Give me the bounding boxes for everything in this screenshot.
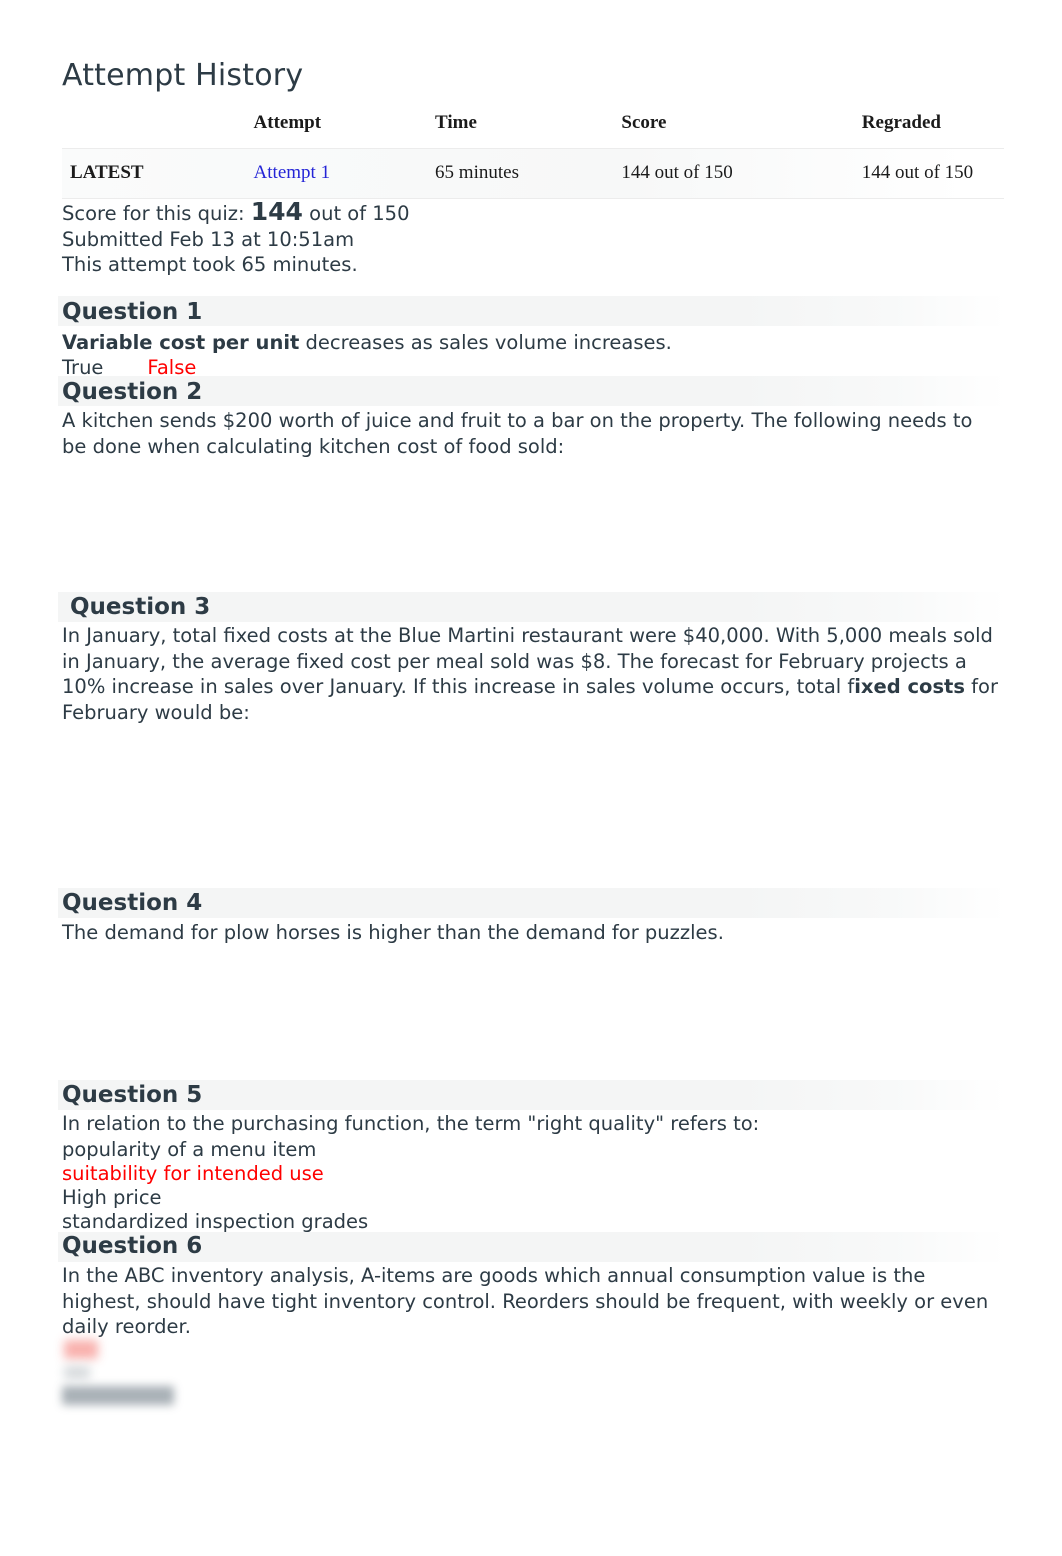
question-4-heading: Question 4 bbox=[62, 890, 203, 916]
question-4-text: The demand for plow horses is higher tha… bbox=[62, 921, 724, 944]
question-6-text: In the ABC inventory analysis, A-items a… bbox=[62, 1264, 989, 1338]
attempt-cell: Attempt 1 bbox=[253, 148, 436, 199]
question-3-text-bold: ixed costs bbox=[854, 675, 965, 698]
obscured-option-text bbox=[64, 1366, 90, 1379]
score-value: 144 bbox=[250, 197, 303, 226]
submitted-line: Submitted Feb 13 at 10:51am bbox=[62, 227, 355, 251]
question-1-heading: Question 1 bbox=[62, 299, 203, 325]
question-5-option-1[interactable]: popularity of a menu item bbox=[62, 1137, 316, 1163]
question-5-text: In relation to the purchasing function, … bbox=[62, 1112, 760, 1135]
question-1-text-rest: decreases as sales volume increases. bbox=[299, 331, 672, 354]
question-2-text: A kitchen sends $200 worth of juice and … bbox=[62, 409, 973, 458]
question-1-text-bold: Variable cost per unit bbox=[62, 331, 300, 354]
score-prefix: Score for this quiz: bbox=[62, 202, 251, 225]
question-5-option-3[interactable]: High price bbox=[62, 1185, 162, 1211]
score-suffix: out of 150 bbox=[302, 202, 410, 225]
attempt-time-cell: 65 minutes bbox=[435, 148, 622, 199]
obscured-question-band bbox=[58, 1380, 1006, 1410]
duration-line: This attempt took 65 minutes. bbox=[62, 253, 358, 276]
column-header-score: Score bbox=[621, 112, 667, 133]
latest-badge: LATEST bbox=[62, 148, 254, 199]
attempt-score-cell: 144 out of 150 bbox=[621, 148, 862, 199]
column-header-attempt: Attempt bbox=[253, 112, 322, 133]
question-5-option-4[interactable]: standardized inspection grades bbox=[62, 1209, 368, 1235]
obscured-red-answer bbox=[64, 1340, 98, 1359]
table-row: LATEST Attempt 1 65 minutes 144 out of 1… bbox=[62, 148, 1004, 199]
table-header-row: Attempt Time Score Regraded bbox=[62, 108, 1004, 149]
question-5-heading: Question 5 bbox=[62, 1082, 203, 1108]
attempt-regraded-cell: 144 out of 150 bbox=[861, 148, 1004, 199]
attempt-1-link[interactable]: Attempt 1 bbox=[254, 162, 331, 183]
question-3-heading: Question 3 bbox=[62, 594, 211, 620]
obscured-question-heading bbox=[62, 1386, 174, 1405]
quiz-results-page: Attempt History Attempt Time Score Regra… bbox=[0, 0, 1062, 1556]
score-summary: Score for this quiz: 144 out of 150 Subm… bbox=[62, 199, 410, 278]
question-5-option-2[interactable]: suitability for intended use bbox=[62, 1161, 324, 1187]
attempt-history-table: Attempt Time Score Regraded LATEST Attem… bbox=[62, 108, 1004, 199]
question-1-text: Variable cost per unit decreases as sale… bbox=[62, 330, 1002, 356]
score-line: Score for this quiz: 144 out of 150 bbox=[62, 199, 410, 227]
question-6-heading: Question 6 bbox=[62, 1233, 203, 1259]
column-header-regraded: Regraded bbox=[861, 112, 941, 133]
column-header-time: Time bbox=[435, 112, 477, 133]
question-2-heading: Question 2 bbox=[62, 379, 203, 405]
column-header-blank bbox=[62, 108, 254, 149]
page-title: Attempt History bbox=[62, 58, 304, 93]
question-3-text: In January, total fixed costs at the Blu… bbox=[62, 623, 1002, 725]
